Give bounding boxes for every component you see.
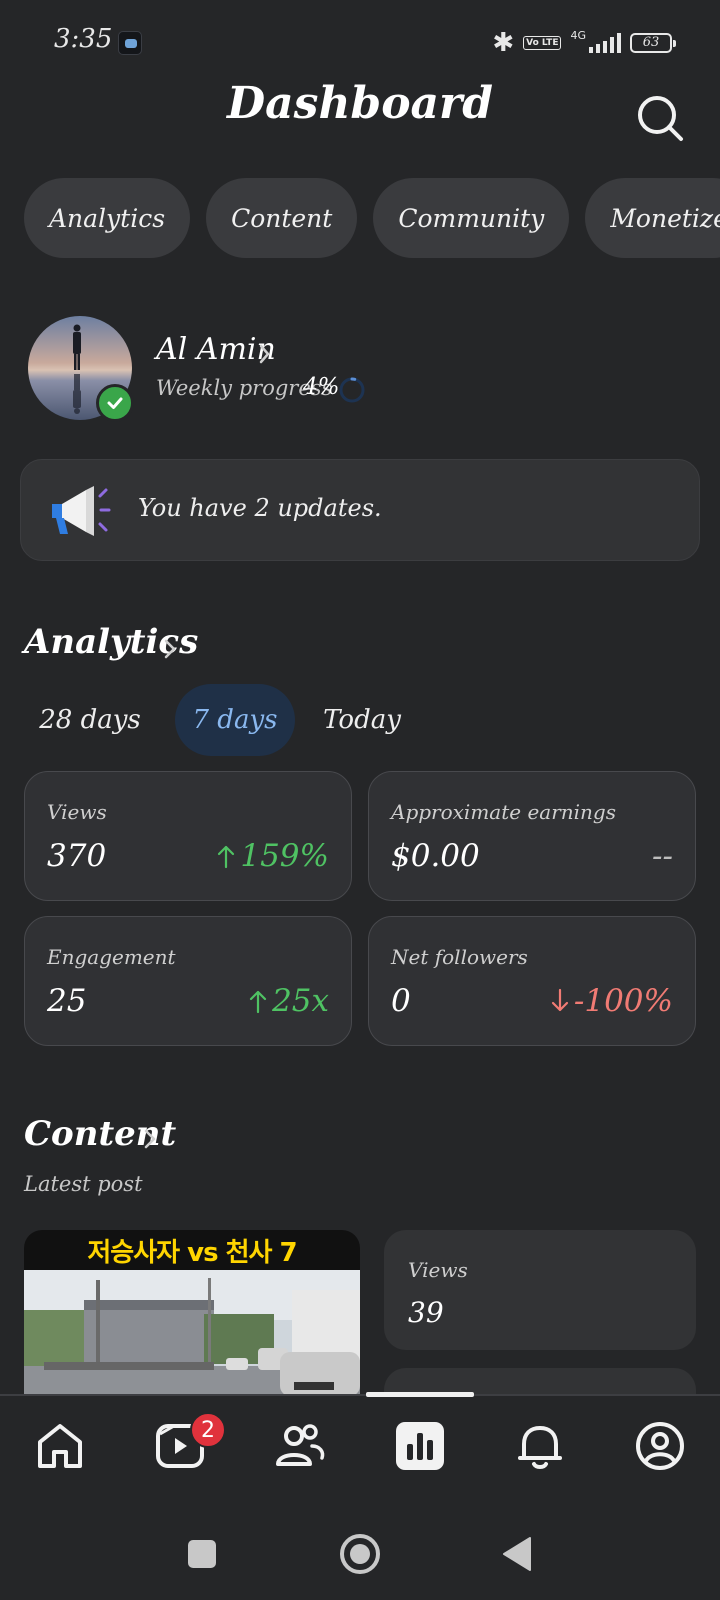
metric-label: Approximate earnings (391, 800, 616, 824)
metric-card-engagement[interactable]: Engagement 25 25x (24, 916, 352, 1046)
arrow-up-icon (249, 990, 267, 1014)
battery-icon: 63 (630, 33, 676, 53)
metric-value: 25 (47, 983, 87, 1019)
metric-change: -- (652, 838, 673, 874)
recents-icon[interactable] (186, 1538, 218, 1570)
progress-ring-icon (339, 377, 365, 403)
active-tab-indicator (366, 1392, 474, 1397)
video-badge: 2 (190, 1412, 226, 1448)
thumbnail-title: 저승사자 vs 천사 7 (24, 1230, 360, 1270)
chip-analytics[interactable]: Analytics (24, 178, 191, 258)
volte-icon: Vo LTE (523, 36, 562, 50)
chevron-right-icon[interactable] (258, 342, 272, 366)
metric-value: 370 (47, 838, 107, 874)
arrow-down-icon (551, 988, 568, 1012)
analytics-chevron-icon[interactable] (162, 636, 178, 662)
nav-divider (0, 1394, 720, 1396)
metric-change: -100% (550, 983, 673, 1019)
metric-change-value: 159% (240, 838, 329, 874)
home-circle-icon[interactable] (338, 1532, 382, 1576)
metric-change: 159% (216, 838, 329, 874)
megaphone-icon (52, 486, 111, 536)
metric-change-value: -100% (573, 983, 673, 1019)
metric-label: Net followers (391, 945, 528, 969)
range-tab-today[interactable]: Today (318, 684, 406, 756)
metric-label: Views (47, 800, 107, 824)
metric-change: 25x (248, 983, 329, 1019)
bottom-nav: 2 (0, 1396, 720, 1504)
metric-card-net-followers[interactable]: Net followers 0 -100% (368, 916, 696, 1046)
metric-label: Engagement (47, 945, 176, 969)
latest-post-thumbnail[interactable]: 저승사자 vs 천사 7 (24, 1230, 360, 1396)
content-chevron-icon[interactable] (142, 1126, 158, 1152)
updates-text: You have 2 updates. (138, 494, 382, 522)
signal-icon (589, 33, 621, 53)
notification-app-icon (118, 31, 142, 55)
page-title: Dashboard (227, 78, 493, 129)
range-tab-28-days[interactable]: 28 days (28, 684, 152, 756)
weekly-progress-value: 4% (303, 374, 340, 400)
bell-icon[interactable] (514, 1420, 566, 1472)
system-nav-bar (0, 1504, 720, 1600)
metric-change-value: 25x (272, 983, 329, 1019)
profile-icon[interactable] (634, 1420, 686, 1472)
metric-value: $0.00 (391, 838, 480, 874)
range-tab-7-days[interactable]: 7 days (175, 684, 295, 756)
latest-post-label: Latest post (24, 1172, 143, 1196)
verified-check-icon (96, 384, 134, 422)
chip-community[interactable]: Community (373, 178, 570, 258)
home-icon[interactable] (34, 1420, 86, 1472)
category-chips: Analytics Content Community Monetize (24, 178, 720, 258)
network-type: 4G (570, 28, 586, 42)
people-icon[interactable] (274, 1420, 326, 1472)
avatar-figure (73, 324, 81, 370)
arrow-up-icon (218, 845, 235, 869)
metric-card-earnings[interactable]: Approximate earnings $0.00 -- (368, 771, 696, 901)
status-icons: ✱ Vo LTE 4G 63 (492, 28, 676, 58)
status-time: 3:35 (54, 24, 113, 54)
stat-label: Views (408, 1258, 468, 1282)
battery-level: 63 (642, 35, 660, 50)
bluetooth-icon: ✱ (492, 28, 515, 58)
thumbnail-scene (24, 1270, 360, 1396)
metric-value: 0 (391, 983, 411, 1019)
analytics-icon[interactable] (394, 1420, 446, 1472)
avatar-reflection (73, 374, 81, 414)
chip-content[interactable]: Content (206, 178, 358, 258)
stat-value: 39 (408, 1296, 444, 1329)
back-icon[interactable] (502, 1536, 532, 1572)
metric-card-views[interactable]: Views 370 159% (24, 771, 352, 901)
search-icon[interactable] (636, 94, 684, 142)
content-stat-views[interactable]: Views 39 (384, 1230, 696, 1350)
metric-change-value: -- (652, 838, 673, 874)
chip-monetize[interactable]: Monetize (585, 178, 720, 258)
